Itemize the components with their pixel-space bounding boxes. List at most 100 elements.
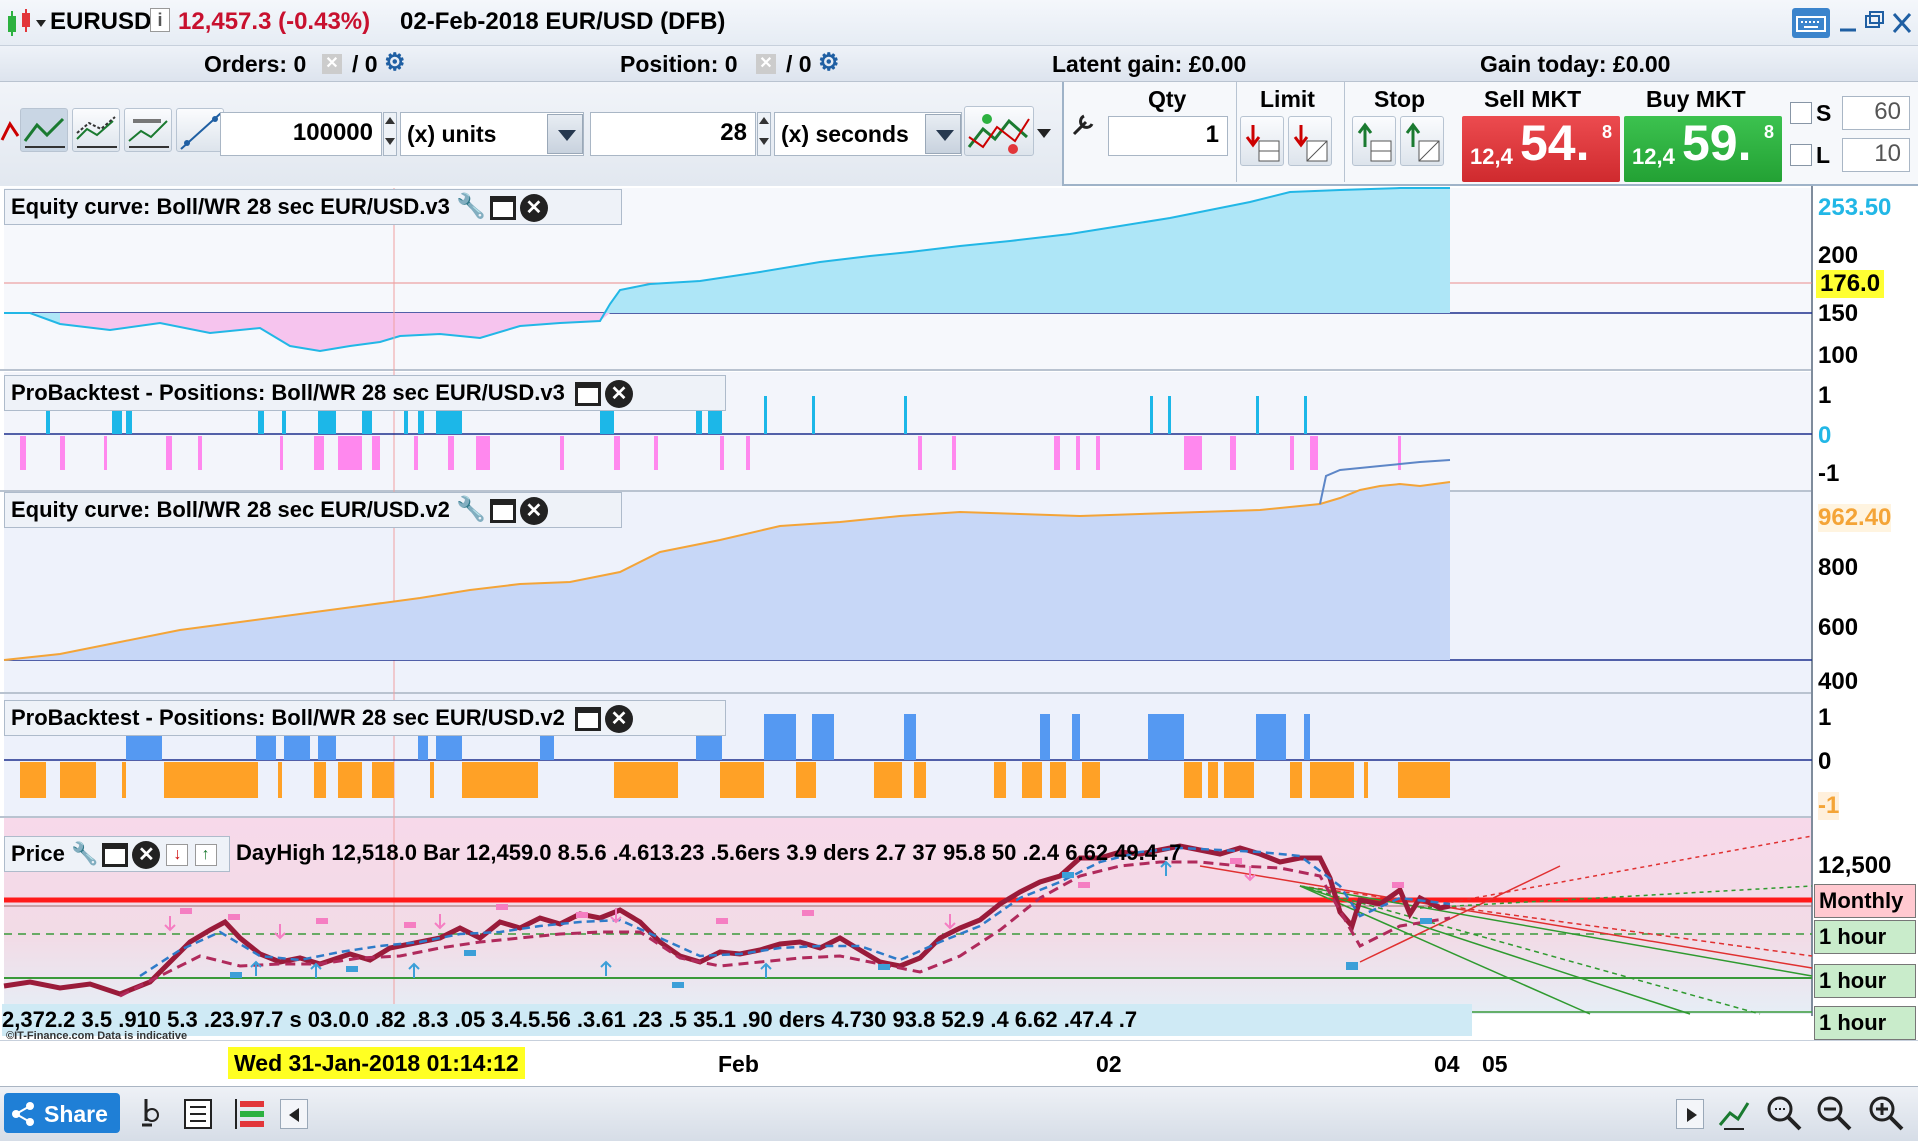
s-label: S	[1816, 100, 1832, 126]
maximize-icon[interactable]	[489, 499, 516, 524]
close-icon[interactable]: ✕	[604, 705, 633, 734]
orders-gear-icon[interactable]: ⚙	[384, 48, 406, 77]
orders-count[interactable]: Orders: 0	[204, 51, 306, 78]
quantity-input[interactable]: 100000	[220, 112, 382, 156]
maximize-icon[interactable]	[489, 196, 516, 221]
maximize-icon[interactable]	[574, 382, 601, 407]
positions-v2-short-bars	[20, 762, 1450, 798]
orders-pending: / 0	[352, 51, 378, 77]
units-label: (x) units	[407, 121, 497, 147]
chevron-down-icon[interactable]	[547, 114, 583, 154]
price-label: Price 🔧 ✕ ↓ ↑	[4, 836, 230, 872]
timeframe-label: (x) seconds	[781, 121, 909, 147]
cursor-date-label: Wed 31-Jan-2018 01:14:12	[228, 1047, 525, 1079]
price-overlay-bottom: 2,372.2 3.5 .910 5.3 .23.97.7 s 03.0.0 .…	[2, 1004, 1472, 1036]
chevron-down-icon[interactable]	[925, 114, 961, 154]
l-checkbox[interactable]	[1790, 144, 1812, 166]
close-icon[interactable]: ✕	[519, 497, 548, 526]
info-icon[interactable]: i	[150, 8, 170, 32]
share-label: Share	[44, 1101, 108, 1127]
latent-gain: Latent gain: £0.00	[1052, 51, 1247, 77]
zoom-out-icon[interactable]	[1814, 1093, 1854, 1133]
wrench-icon[interactable]: 🔧	[456, 496, 486, 523]
stop-sell-button[interactable]	[1352, 116, 1396, 166]
close-icon	[1892, 13, 1912, 33]
title-bar: EURUSD i 12,457.3 (-0.43%) 02-Feb-2018 E…	[0, 0, 1918, 46]
close-icon[interactable]: ✕	[132, 841, 161, 870]
s-checkbox[interactable]	[1790, 102, 1812, 124]
x-axis-label: 04	[1434, 1051, 1460, 1077]
price-top-tick: 12,500	[1818, 852, 1892, 879]
qty-input[interactable]: 1	[1108, 116, 1228, 156]
cursor-icon[interactable]	[136, 1095, 168, 1133]
window-controls[interactable]	[1836, 10, 1916, 36]
list-icon[interactable]	[182, 1097, 214, 1131]
indicator-button[interactable]	[72, 108, 120, 152]
timeframe-select[interactable]: (x) seconds	[774, 112, 962, 156]
symbol-name[interactable]: EURUSD	[50, 8, 151, 36]
position-pending: / 0	[786, 51, 812, 77]
gain-today: Gain today: £0.00	[1480, 51, 1671, 77]
auto-scale-icon[interactable]	[1716, 1095, 1752, 1133]
close-position-icon[interactable]: ✕	[756, 54, 776, 74]
period-input[interactable]: 28	[590, 112, 756, 156]
buy-arrow-icon[interactable]: ↑	[194, 844, 217, 867]
limit-buy-button[interactable]	[1288, 116, 1332, 166]
maximize-icon[interactable]	[102, 843, 129, 868]
s-input[interactable]: 60	[1842, 96, 1910, 130]
buy-price-big: 59.	[1682, 115, 1752, 171]
wrench-icon[interactable]: 🔧	[71, 841, 98, 866]
l-input[interactable]: 10	[1842, 138, 1910, 172]
line-chart-button[interactable]	[20, 108, 68, 152]
close-icon[interactable]: ✕	[604, 380, 633, 409]
chart-area[interactable]	[0, 186, 1918, 1040]
equity-v2-last-value: 962.40	[1818, 504, 1892, 532]
buy-market-button[interactable]: 12,4 59. 8	[1624, 115, 1782, 182]
scroll-right-button[interactable]	[1676, 1099, 1704, 1129]
horizontal-scrollbar[interactable]	[312, 1105, 1662, 1123]
cancel-orders-icon[interactable]: ✕	[322, 54, 342, 74]
x-axis[interactable]: Wed 31-Jan-2018 01:14:12 Feb 02 04 05	[0, 1040, 1918, 1086]
share-button[interactable]: Share	[4, 1093, 120, 1133]
price-title: Price	[11, 841, 65, 866]
positions-v3-tick: 1	[1818, 382, 1832, 409]
buy-price-sup: 8	[1764, 122, 1775, 142]
positions-v3-tick: 0	[1818, 422, 1832, 449]
x-axis-label: 02	[1096, 1051, 1122, 1077]
position-count[interactable]: Position: 0	[620, 51, 738, 78]
line-chart-small-icon[interactable]	[0, 110, 22, 154]
stop-buy-button[interactable]	[1400, 116, 1444, 166]
sell-arrow-icon[interactable]: ↓	[166, 844, 189, 867]
maximize-icon[interactable]	[574, 707, 601, 732]
keyboard-icon[interactable]	[1792, 8, 1830, 38]
limit-label: Limit	[1260, 86, 1315, 112]
scroll-left-button[interactable]	[280, 1099, 308, 1129]
wrench-icon[interactable]	[1070, 110, 1098, 138]
price-overlay-top: DayHigh 12,518.0 Bar 12,459.0 8.5.6 .4.6…	[236, 840, 1182, 865]
probacktest-button[interactable]	[964, 106, 1034, 156]
equity-v3-title: Equity curve: Boll/WR 28 sec EUR/USD.v3	[11, 194, 450, 219]
quantity-stepper[interactable]	[383, 112, 397, 156]
sell-price-big: 54.	[1520, 115, 1590, 171]
close-icon[interactable]: ✕	[519, 194, 548, 223]
positions-v2-title: ProBacktest - Positions: Boll/WR 28 sec …	[11, 705, 565, 730]
chevron-down-icon[interactable]	[1036, 126, 1052, 140]
wrench-icon[interactable]: 🔧	[456, 193, 486, 220]
hour-tag: 1 hour	[1814, 1006, 1916, 1040]
period-stepper[interactable]	[757, 112, 771, 156]
sell-market-button[interactable]: 12,4 54. 8	[1462, 115, 1620, 182]
equity-v2-label: Equity curve: Boll/WR 28 sec EUR/USD.v2 …	[4, 492, 622, 528]
trend-line-button[interactable]	[176, 108, 224, 152]
zoom-in-icon[interactable]	[1866, 1093, 1906, 1133]
units-select[interactable]: (x) units	[400, 112, 584, 156]
add-indicator-button[interactable]	[124, 108, 172, 152]
qty-label: Qty	[1148, 86, 1187, 112]
orders-list-icon[interactable]	[232, 1097, 268, 1131]
zoom-fit-icon[interactable]	[1764, 1093, 1804, 1133]
bottom-bar: Share	[0, 1086, 1918, 1141]
position-gear-icon[interactable]: ⚙	[818, 48, 840, 77]
limit-sell-button[interactable]	[1240, 116, 1284, 166]
candlestick-icon[interactable]	[4, 8, 46, 38]
hour-tag: 1 hour	[1814, 964, 1916, 998]
instrument-description: 02-Feb-2018 EUR/USD (DFB)	[400, 8, 726, 35]
